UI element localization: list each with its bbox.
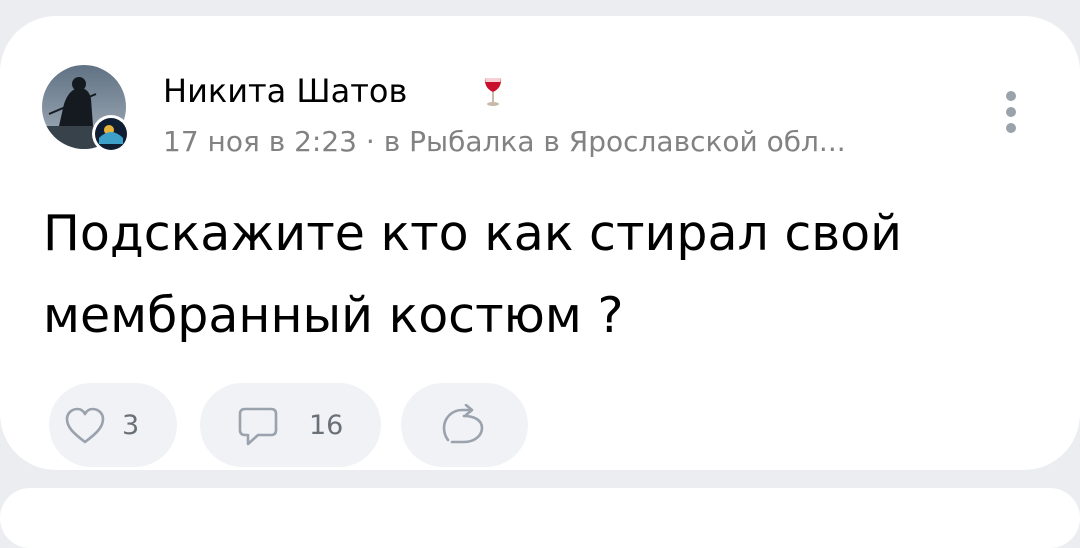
more-vertical-icon[interactable]	[996, 86, 1026, 138]
comments-count: 16	[309, 410, 344, 441]
like-button[interactable]: 3	[49, 383, 177, 467]
heart-icon	[65, 407, 105, 444]
post-meta: 17 ноя в 2:23 · в Рыбалка в Ярославской …	[163, 125, 846, 158]
comment-bubble-icon	[238, 407, 278, 446]
share-button[interactable]	[401, 383, 528, 467]
next-post-card	[0, 488, 1080, 548]
comment-button[interactable]: 16	[200, 383, 381, 467]
post-text: Подскажите кто как стирал свой мембранный…	[43, 193, 1043, 357]
author-avatar[interactable]	[41, 64, 131, 154]
share-arrow-icon	[442, 404, 484, 444]
wine-glass-icon	[484, 78, 502, 106]
likes-count: 3	[122, 410, 140, 441]
post-text-line2: мембранный костюм ?	[43, 287, 624, 344]
post-text-line1: Подскажите кто как стирал свой	[43, 205, 903, 262]
post-card: Никита Шатов 17 ноя в 2:23 · в Рыбалка в…	[0, 16, 1080, 470]
author-name[interactable]: Никита Шатов	[163, 71, 407, 111]
